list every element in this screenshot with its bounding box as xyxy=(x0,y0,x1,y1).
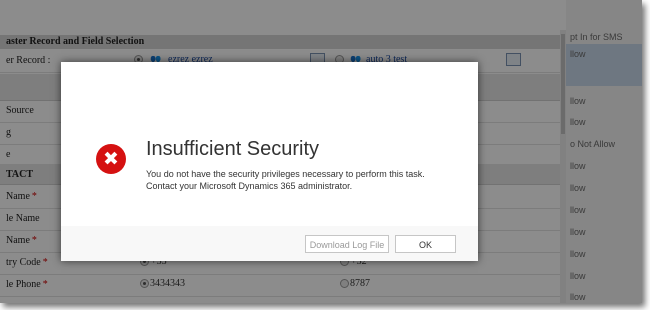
dialog-message: You do not have the security privileges … xyxy=(146,169,425,191)
error-icon: ✖ xyxy=(96,144,126,174)
app-frame: aster Record and Field Selection er Reco… xyxy=(0,0,642,303)
ok-button[interactable]: OK xyxy=(395,235,456,253)
download-log-file-button[interactable]: Download Log File xyxy=(305,235,389,253)
dialog-title: Insufficient Security xyxy=(146,138,320,160)
insufficient-security-dialog: ✖ Insufficient Security You do not have … xyxy=(61,62,478,261)
